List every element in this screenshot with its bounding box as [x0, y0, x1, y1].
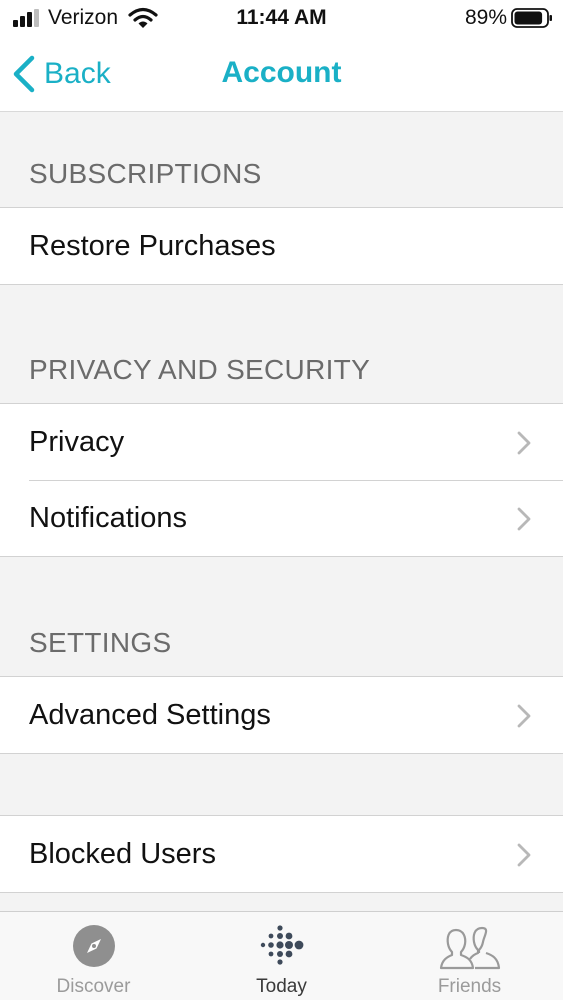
blocked-users-row[interactable]: Blocked Users [0, 816, 563, 892]
row-label: Blocked Users [29, 837, 216, 870]
notifications-row[interactable]: Notifications [0, 480, 563, 556]
tab-bar: Discover Today Friends [0, 911, 563, 1000]
row-label: Notifications [29, 501, 187, 534]
fitbit-logo-icon [260, 925, 303, 965]
row-label: Advanced Settings [29, 698, 271, 731]
navigation-bar: Back Account [0, 38, 563, 112]
restore-purchases-row[interactable]: Restore Purchases [0, 208, 563, 284]
section-header-privacy-security: PRIVACY AND SECURITY [29, 354, 371, 385]
row-label: Privacy [29, 425, 125, 458]
section-header-settings: SETTINGS [29, 627, 172, 658]
tab-label: Discover [56, 976, 131, 997]
privacy-row[interactable]: Privacy [0, 404, 563, 480]
section-header-subscriptions: SUBSCRIPTIONS [29, 158, 262, 189]
group-subscriptions: Restore Purchases [0, 207, 563, 285]
page-title: Account [221, 56, 342, 89]
friends-icon [439, 926, 500, 970]
tab-label: Today [256, 976, 307, 997]
compass-icon [72, 925, 115, 967]
tab-today[interactable]: Today [188, 912, 375, 1000]
group-blocked-users: Blocked Users [0, 815, 563, 893]
group-settings: Advanced Settings [0, 676, 563, 754]
tab-friends[interactable]: Friends [376, 912, 563, 1000]
tab-label: Friends [437, 976, 502, 997]
battery-icon [511, 8, 552, 28]
tab-discover[interactable]: Discover [0, 912, 187, 1000]
group-privacy-security: Privacy Notifications [0, 403, 563, 557]
chevron-right-icon [517, 704, 531, 728]
chevron-right-icon [517, 507, 531, 531]
status-bar: Verizon 11:44 AM 89% [0, 0, 563, 38]
row-label: Restore Purchases [29, 229, 276, 262]
advanced-settings-row[interactable]: Advanced Settings [0, 677, 563, 753]
chevron-right-icon [517, 431, 531, 455]
chevron-right-icon [517, 843, 531, 867]
battery-percent: 89% [464, 6, 507, 29]
